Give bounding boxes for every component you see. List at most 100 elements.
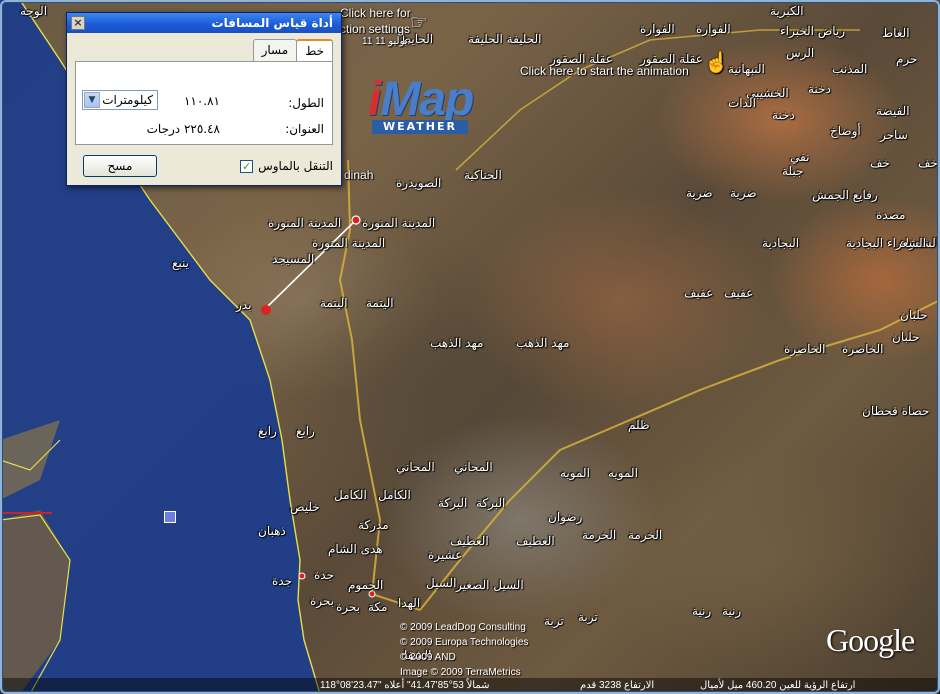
settings-hint[interactable]: Click here for xyxy=(340,6,411,20)
place-label[interactable]: دخنة xyxy=(772,108,795,122)
place-label[interactable]: رياض الخبراء xyxy=(780,24,845,38)
place-label[interactable]: بحرة xyxy=(336,600,360,614)
place-label[interactable]: رابغ xyxy=(258,424,277,438)
place-label[interactable]: مهد الذهب xyxy=(516,336,569,350)
place-label[interactable]: الحناكية xyxy=(464,168,502,182)
place-label[interactable]: الرس xyxy=(786,46,814,60)
place-label[interactable]: المحاني xyxy=(454,460,493,474)
unit-select[interactable]: كيلومترات ▼ xyxy=(82,90,158,110)
place-label[interactable]: مدركة xyxy=(358,518,389,532)
place-label[interactable]: رضوان xyxy=(548,510,582,524)
place-label[interactable]: مصدة xyxy=(876,208,905,222)
dinah-label: dinah xyxy=(344,168,374,182)
clear-button[interactable]: مسح xyxy=(83,155,157,177)
tab-line[interactable]: خط xyxy=(296,39,333,63)
close-button[interactable]: × xyxy=(71,16,85,30)
place-label[interactable]: الدات xyxy=(728,96,756,110)
ruler-dialog[interactable]: أداة قياس المسافات × خط مسار الطول: ١١٠.… xyxy=(66,12,342,186)
place-label[interactable]: عشيرة xyxy=(428,548,462,562)
place-label[interactable]: رنية xyxy=(722,604,741,618)
place-label[interactable]: المدينة المنورة xyxy=(268,216,341,230)
place-label[interactable]: السيل xyxy=(426,576,456,590)
place-label[interactable]: بدر xyxy=(236,298,251,312)
place-label[interactable]: عفيف xyxy=(684,286,713,300)
pointing-hand-icon[interactable]: ☞ xyxy=(410,10,428,35)
place-label[interactable]: ظلم xyxy=(628,418,650,432)
place-label[interactable]: خف xyxy=(870,156,890,170)
place-label[interactable]: هدى الشام xyxy=(328,542,383,556)
place-label[interactable]: الكامل xyxy=(378,488,411,502)
imap-weather-logo[interactable]: iMap WEATHER xyxy=(368,76,508,138)
place-label[interactable]: حلبان xyxy=(900,308,927,322)
place-label[interactable]: الهدا xyxy=(398,596,420,610)
place-label[interactable]: الحليفة الحليفة xyxy=(468,32,541,46)
place-label[interactable]: الغاط xyxy=(882,26,910,40)
place-label[interactable]: الوجه xyxy=(20,4,47,18)
place-label[interactable]: الفيضة xyxy=(876,104,910,118)
place-label[interactable]: المسيجد xyxy=(272,252,314,266)
place-label[interactable]: رابغ xyxy=(296,424,315,438)
place-label[interactable]: المويه xyxy=(608,466,638,480)
place-label[interactable]: دخنة xyxy=(808,82,831,96)
place-label[interactable]: السيل الصغير xyxy=(456,578,524,592)
place-label[interactable]: مكة xyxy=(368,600,388,614)
place-label[interactable]: تربة xyxy=(544,614,564,628)
place-label[interactable]: المدينة المنورة xyxy=(312,236,385,250)
pointing-hand-icon-2[interactable]: ☝ xyxy=(704,50,729,75)
map-marker[interactable] xyxy=(164,511,176,523)
mouse-nav-row[interactable]: التنقل بالماوس ✓ xyxy=(240,159,333,173)
place-label[interactable]: جدة xyxy=(272,574,292,588)
place-label[interactable]: الجموم xyxy=(348,578,383,592)
place-label[interactable]: الخرمة xyxy=(628,528,662,542)
place-label[interactable]: العطيف xyxy=(516,534,555,548)
place-label[interactable]: البركة xyxy=(438,496,467,510)
place-label[interactable]: المحاني xyxy=(396,460,435,474)
place-label[interactable]: ضرية xyxy=(730,186,757,200)
place-label[interactable]: حرم xyxy=(896,52,917,66)
place-label[interactable]: المدينة المنورة xyxy=(362,216,435,230)
place-label[interactable]: أوضاخ xyxy=(830,124,861,138)
place-label[interactable]: اليتمة xyxy=(366,296,394,310)
chevron-down-icon[interactable]: ▼ xyxy=(84,92,100,108)
place-label[interactable]: تربة xyxy=(578,610,598,624)
place-label[interactable]: المويه xyxy=(560,466,590,480)
place-label[interactable]: ينبع xyxy=(172,256,189,270)
place-label[interactable]: ساجر xyxy=(880,128,908,142)
tab-path[interactable]: مسار xyxy=(252,39,298,61)
place-label[interactable]: الكامل xyxy=(334,488,367,502)
place-label[interactable]: البركة xyxy=(476,496,505,510)
place-label[interactable]: رفايع الجمش xyxy=(812,188,878,202)
place-label[interactable]: الخرمة xyxy=(582,528,616,542)
place-label[interactable]: جدة xyxy=(314,568,334,582)
place-label[interactable]: الصويدرة xyxy=(396,176,441,190)
place-label[interactable]: الشعراء البجادية xyxy=(846,236,926,250)
settings-hint-2[interactable]: ction settings xyxy=(340,22,410,36)
place-label[interactable]: حصاة قحطان xyxy=(862,404,929,418)
place-label[interactable]: الفوارة xyxy=(640,22,675,36)
place-label[interactable]: الخاصرة xyxy=(784,342,826,356)
place-label[interactable]: خليص xyxy=(290,500,320,514)
place-label[interactable]: ضرية xyxy=(686,186,713,200)
place-label[interactable]: جبلة xyxy=(782,164,803,178)
place-label[interactable]: خف xyxy=(918,156,938,170)
place-label[interactable]: عفيف xyxy=(724,286,753,300)
coordinates-readout: 118°08'23.47" شمالاً 53°85'41.47" أعلاه xyxy=(320,680,490,691)
place-label[interactable]: الفوارة xyxy=(696,22,731,36)
place-label[interactable]: الخاصرة xyxy=(842,342,884,356)
place-label[interactable]: ذهبان xyxy=(258,524,286,538)
place-label[interactable]: حلبان xyxy=(892,330,919,344)
place-label[interactable]: المذنب xyxy=(832,62,867,76)
mouse-nav-checkbox[interactable]: ✓ xyxy=(240,159,254,173)
place-label[interactable]: نفي xyxy=(790,150,809,164)
heading-label: العنوان: xyxy=(285,122,324,136)
place-label[interactable]: البجادية xyxy=(762,236,799,250)
dialog-titlebar[interactable]: أداة قياس المسافات × xyxy=(67,13,341,33)
place-label[interactable]: اليتمة xyxy=(320,296,348,310)
animation-hint[interactable]: Click here to start the animation xyxy=(520,64,689,78)
place-label[interactable]: بحرة xyxy=(310,594,334,608)
place-label[interactable]: الكبرية xyxy=(770,4,804,18)
place-label[interactable]: العطيف xyxy=(450,534,489,548)
place-label[interactable]: رنية xyxy=(692,604,711,618)
place-label[interactable]: النبهانية xyxy=(728,62,765,76)
place-label[interactable]: مهد الذهب xyxy=(430,336,483,350)
